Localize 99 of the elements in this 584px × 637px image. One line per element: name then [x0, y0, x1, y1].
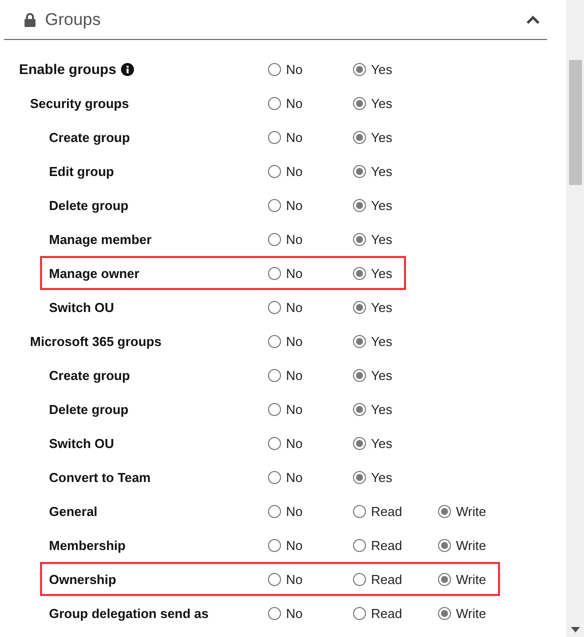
radio-button[interactable] — [353, 606, 366, 620]
radio-button[interactable] — [353, 572, 366, 586]
radio-button[interactable] — [268, 62, 281, 76]
setting-label: Switch OU — [49, 436, 114, 450]
option-label: Write — [456, 504, 486, 518]
setting-label: Delete group — [49, 198, 128, 212]
radio-button[interactable] — [353, 368, 366, 382]
option-label: No — [286, 470, 303, 484]
option-label: No — [286, 538, 303, 552]
option-label: Write — [456, 538, 486, 552]
radio-button[interactable] — [353, 470, 366, 484]
option-label: Write — [456, 606, 486, 620]
option-label: No — [286, 96, 303, 110]
setting-label: Enable groups — [19, 61, 116, 77]
option-label: Yes — [371, 402, 392, 416]
radio-button[interactable] — [438, 538, 451, 552]
option-label: Yes — [371, 62, 392, 76]
radio-button[interactable] — [353, 164, 366, 178]
radio-button[interactable] — [268, 368, 281, 382]
radio-button[interactable] — [268, 436, 281, 450]
setting-label: Convert to Team — [49, 470, 151, 484]
radio-button[interactable] — [353, 436, 366, 450]
setting-label: Delete group — [49, 402, 128, 416]
section-title: Groups — [45, 10, 102, 30]
setting-label: Security groups — [30, 96, 129, 110]
option-label: No — [286, 504, 303, 518]
radio-button[interactable] — [353, 538, 366, 552]
setting-label: Manage owner — [49, 266, 140, 280]
radio-button[interactable] — [353, 62, 366, 76]
collapse-chevron-icon[interactable] — [526, 14, 540, 24]
radio-button[interactable] — [268, 470, 281, 484]
option-label: Yes — [371, 232, 392, 246]
radio-button[interactable] — [268, 606, 281, 620]
option-label: No — [286, 572, 303, 586]
option-label: No — [286, 164, 303, 178]
setting-label: Microsoft 365 groups — [30, 334, 162, 348]
setting-label: Create group — [49, 130, 130, 144]
radio-button[interactable] — [268, 538, 281, 552]
setting-label: Group delegation send as — [49, 606, 209, 620]
option-label: No — [286, 300, 303, 314]
setting-label: General — [49, 504, 98, 518]
scroll-down-icon[interactable] — [571, 627, 580, 633]
option-label: No — [286, 606, 303, 620]
option-label: Yes — [371, 436, 392, 450]
radio-button[interactable] — [438, 504, 451, 518]
setting-label: Create group — [49, 368, 130, 382]
option-label: Yes — [371, 470, 392, 484]
option-label: No — [286, 266, 303, 280]
option-label: No — [286, 402, 303, 416]
radio-button[interactable] — [353, 130, 366, 144]
radio-button[interactable] — [353, 504, 366, 518]
lock-icon — [24, 12, 36, 26]
radio-button[interactable] — [268, 572, 281, 586]
option-label: No — [286, 130, 303, 144]
radio-button[interactable] — [438, 606, 451, 620]
radio-button[interactable] — [268, 164, 281, 178]
setting-label: Switch OU — [49, 300, 114, 314]
radio-button[interactable] — [353, 232, 366, 246]
option-label: Read — [371, 572, 402, 586]
option-label: Read — [371, 538, 402, 552]
setting-label: Edit group — [49, 164, 114, 178]
option-label: No — [286, 436, 303, 450]
radio-button[interactable] — [353, 334, 366, 348]
option-label: No — [286, 334, 303, 348]
option-label: No — [286, 368, 303, 382]
setting-label: Ownership — [49, 572, 116, 586]
option-label: Read — [371, 606, 402, 620]
option-label: Yes — [371, 266, 392, 280]
option-label: Yes — [371, 300, 392, 314]
option-label: Yes — [371, 334, 392, 348]
option-label: No — [286, 198, 303, 212]
radio-button[interactable] — [353, 402, 366, 416]
option-label: Read — [371, 504, 402, 518]
option-label: Yes — [371, 164, 392, 178]
radio-button[interactable] — [268, 402, 281, 416]
option-label: Write — [456, 572, 486, 586]
radio-button[interactable] — [353, 300, 366, 314]
radio-button[interactable] — [353, 96, 366, 110]
option-label: No — [286, 62, 303, 76]
radio-button[interactable] — [268, 504, 281, 518]
radio-button[interactable] — [353, 198, 366, 212]
setting-label: Membership — [49, 538, 126, 552]
scrollbar[interactable] — [566, 0, 584, 637]
radio-button[interactable] — [268, 96, 281, 110]
radio-button[interactable] — [268, 232, 281, 246]
setting-label: Manage member — [49, 232, 152, 246]
radio-button[interactable] — [268, 130, 281, 144]
radio-button[interactable] — [438, 572, 451, 586]
radio-button[interactable] — [353, 266, 366, 280]
option-label: Yes — [371, 96, 392, 110]
radio-button[interactable] — [268, 198, 281, 212]
option-label: Yes — [371, 130, 392, 144]
option-label: Yes — [371, 368, 392, 382]
option-label: No — [286, 232, 303, 246]
radio-button[interactable] — [268, 266, 281, 280]
option-label: Yes — [371, 198, 392, 212]
radio-button[interactable] — [268, 300, 281, 314]
scrollbar-thumb[interactable] — [569, 60, 582, 185]
radio-button[interactable] — [268, 334, 281, 348]
